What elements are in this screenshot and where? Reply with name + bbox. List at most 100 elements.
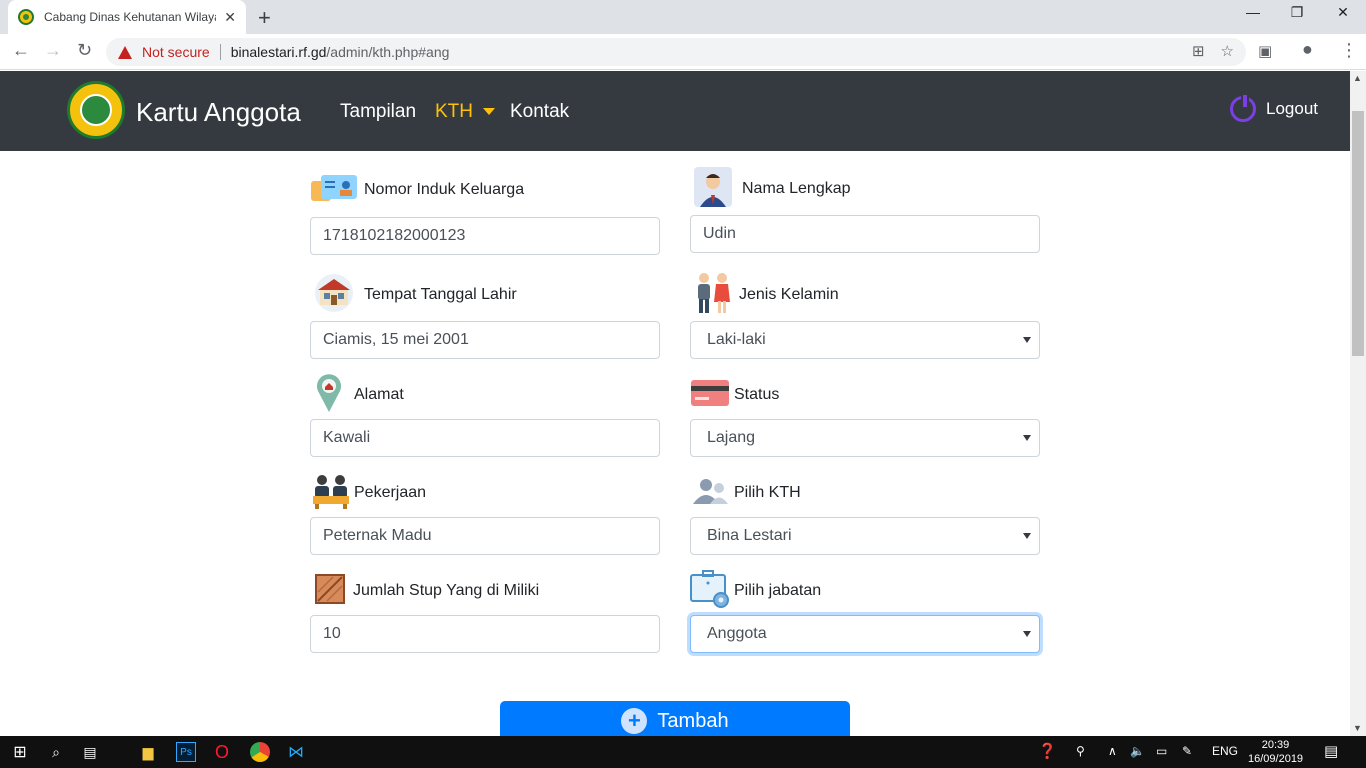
tambah-label: Tambah xyxy=(657,709,729,732)
scroll-down-icon[interactable]: ▼ xyxy=(1353,723,1362,733)
browser-tabbar: Cabang Dinas Kehutanan Wilayah ✕ + — ❐ ✕ xyxy=(0,0,1366,34)
security-status[interactable]: Not secure xyxy=(142,44,210,60)
windows-taskbar: ⊞ ⌕ ▤ ▆ Ps O ⋈ ❓ ⚲ ∧ 🔈 ▭ ✎ ENG 20:39 16/… xyxy=(0,736,1366,768)
nav-link-tampilan[interactable]: Tampilan xyxy=(340,101,416,123)
brand-title[interactable]: Kartu Anggota xyxy=(136,97,301,128)
url-path: /admin/kth.php#ang xyxy=(326,44,450,60)
house-icon xyxy=(314,273,354,318)
ttl-label: Tempat Tanggal Lahir xyxy=(364,286,517,303)
photoshop-icon[interactable]: Ps xyxy=(176,742,196,762)
scroll-up-icon[interactable]: ▲ xyxy=(1353,73,1362,83)
site-favicon-icon xyxy=(18,9,34,25)
tab-title: Cabang Dinas Kehutanan Wilayah xyxy=(44,10,217,24)
nama-input[interactable]: Udin xyxy=(690,215,1040,253)
pekerjaan-input[interactable]: Peternak Madu xyxy=(310,517,660,555)
minimize-icon[interactable]: — xyxy=(1230,4,1276,20)
nama-field-group: Nama Lengkap xyxy=(694,166,851,212)
nik-label: Nomor Induk Keluarga xyxy=(364,181,525,198)
bookmark-star-icon[interactable]: ☆ xyxy=(1221,42,1234,60)
select-arrow-icon xyxy=(1023,631,1031,637)
extension-icon[interactable]: ▣ xyxy=(1258,42,1272,60)
opera-icon[interactable]: O xyxy=(212,742,232,762)
pekerjaan-label: Pekerjaan xyxy=(354,484,427,501)
dropdown-caret-icon xyxy=(483,108,495,116)
plus-circle-icon: + xyxy=(621,708,648,734)
nik-field-group: Nomor Induk Keluarga xyxy=(311,169,524,211)
pen-icon[interactable]: ✎ xyxy=(1182,744,1192,758)
battery-icon[interactable]: ▭ xyxy=(1156,744,1167,758)
jk-field-group: Jenis Kelamin xyxy=(695,272,839,319)
address-bar[interactable]: Not secure binalestari.rf.gd /admin/kth.… xyxy=(106,38,1246,66)
menu-kebab-icon[interactable]: ⋮ xyxy=(1340,40,1358,61)
alamat-field-group: Alamat xyxy=(316,373,404,418)
tray-chevron-icon[interactable]: ∧ xyxy=(1108,744,1117,758)
id-card-icon xyxy=(311,173,358,208)
gender-couple-icon xyxy=(695,272,731,319)
nav-link-kth[interactable]: KTH xyxy=(435,101,495,123)
system-clock[interactable]: 20:39 16/09/2019 xyxy=(1248,738,1303,766)
select-arrow-icon xyxy=(1023,435,1031,441)
stup-field-group: Jumlah Stup Yang di Miliki xyxy=(315,570,539,612)
app-navbar: Kartu Anggota Tampilan KTH Kontak Logout xyxy=(0,71,1350,151)
profile-avatar-icon[interactable]: ● xyxy=(1302,39,1313,60)
wooden-crate-icon xyxy=(315,573,345,609)
language-indicator[interactable]: ENG xyxy=(1212,744,1238,758)
clock-time: 20:39 xyxy=(1261,739,1290,751)
map-pin-icon xyxy=(316,373,342,418)
omnibox-divider xyxy=(219,44,221,60)
logout-button[interactable]: Logout xyxy=(1230,93,1318,122)
stup-label: Jumlah Stup Yang di Miliki xyxy=(353,582,540,599)
nik-input[interactable]: 1718102182000123 xyxy=(310,217,660,255)
warning-icon xyxy=(118,45,132,59)
stup-input[interactable]: 10 xyxy=(310,615,660,653)
select-arrow-icon xyxy=(1023,337,1031,343)
kth-select[interactable]: Bina Lestari xyxy=(690,517,1040,555)
tab-close-icon[interactable]: ✕ xyxy=(224,9,236,26)
jk-select[interactable]: Laki-laki xyxy=(690,321,1040,359)
page-scrollbar[interactable]: ▲ ▼ xyxy=(1350,71,1366,736)
windows-start-icon[interactable]: ⊞ xyxy=(10,742,30,762)
translate-icon[interactable]: ⊞ xyxy=(1192,42,1205,60)
url-host: binalestari.rf.gd xyxy=(230,44,327,60)
ttl-input[interactable]: Ciamis, 15 mei 2001 xyxy=(310,321,660,359)
alamat-label: Alamat xyxy=(354,386,404,403)
file-explorer-icon[interactable]: ▆ xyxy=(138,742,158,762)
new-tab-icon[interactable]: + xyxy=(258,5,271,31)
nama-label: Nama Lengkap xyxy=(742,180,851,197)
jabatan-field-group: Pilih jabatan xyxy=(690,569,822,612)
people-icon[interactable]: ⚲ xyxy=(1076,744,1085,758)
reload-icon[interactable]: ↻ xyxy=(77,40,92,61)
tambah-button[interactable]: + Tambah xyxy=(500,701,850,741)
browser-tab[interactable]: Cabang Dinas Kehutanan Wilayah ✕ xyxy=(8,0,246,34)
chrome-icon[interactable] xyxy=(250,742,270,762)
search-icon[interactable]: ⌕ xyxy=(46,742,66,762)
restore-icon[interactable]: ❐ xyxy=(1274,4,1320,21)
jk-selected-value: Laki-laki xyxy=(707,331,766,348)
notifications-icon[interactable]: ▤ xyxy=(1324,742,1338,760)
jabatan-label: Pilih jabatan xyxy=(734,582,822,599)
back-icon[interactable]: ← xyxy=(12,40,30,61)
workers-desk-icon xyxy=(312,472,350,515)
kth-selected-value: Bina Lestari xyxy=(707,527,792,544)
jabatan-select[interactable]: Anggota xyxy=(690,615,1040,653)
jabatan-selected-value: Anggota xyxy=(707,625,767,642)
clock-date: 16/09/2019 xyxy=(1248,753,1304,765)
ttl-field-group: Tempat Tanggal Lahir xyxy=(314,273,517,318)
nav-link-kontak[interactable]: Kontak xyxy=(510,101,569,123)
status-label: Status xyxy=(734,386,780,403)
status-select[interactable]: Lajang xyxy=(690,419,1040,457)
volume-icon[interactable]: 🔈 xyxy=(1130,744,1145,758)
scroll-thumb[interactable] xyxy=(1352,111,1364,356)
help-icon[interactable]: ❓ xyxy=(1038,742,1057,760)
status-selected-value: Lajang xyxy=(707,429,756,446)
person-avatar-icon xyxy=(694,166,732,212)
task-view-icon[interactable]: ▤ xyxy=(80,742,100,762)
vscode-icon[interactable]: ⋈ xyxy=(286,742,306,762)
close-window-icon[interactable]: ✕ xyxy=(1320,4,1366,21)
status-field-group: Status xyxy=(690,374,779,416)
kth-field-group: Pilih KTH xyxy=(692,472,801,514)
nav-link-kth-label: KTH xyxy=(435,101,473,122)
alamat-input[interactable]: Kawali xyxy=(310,419,660,457)
forward-icon[interactable]: → xyxy=(44,40,62,61)
government-logo-icon[interactable] xyxy=(67,81,125,139)
